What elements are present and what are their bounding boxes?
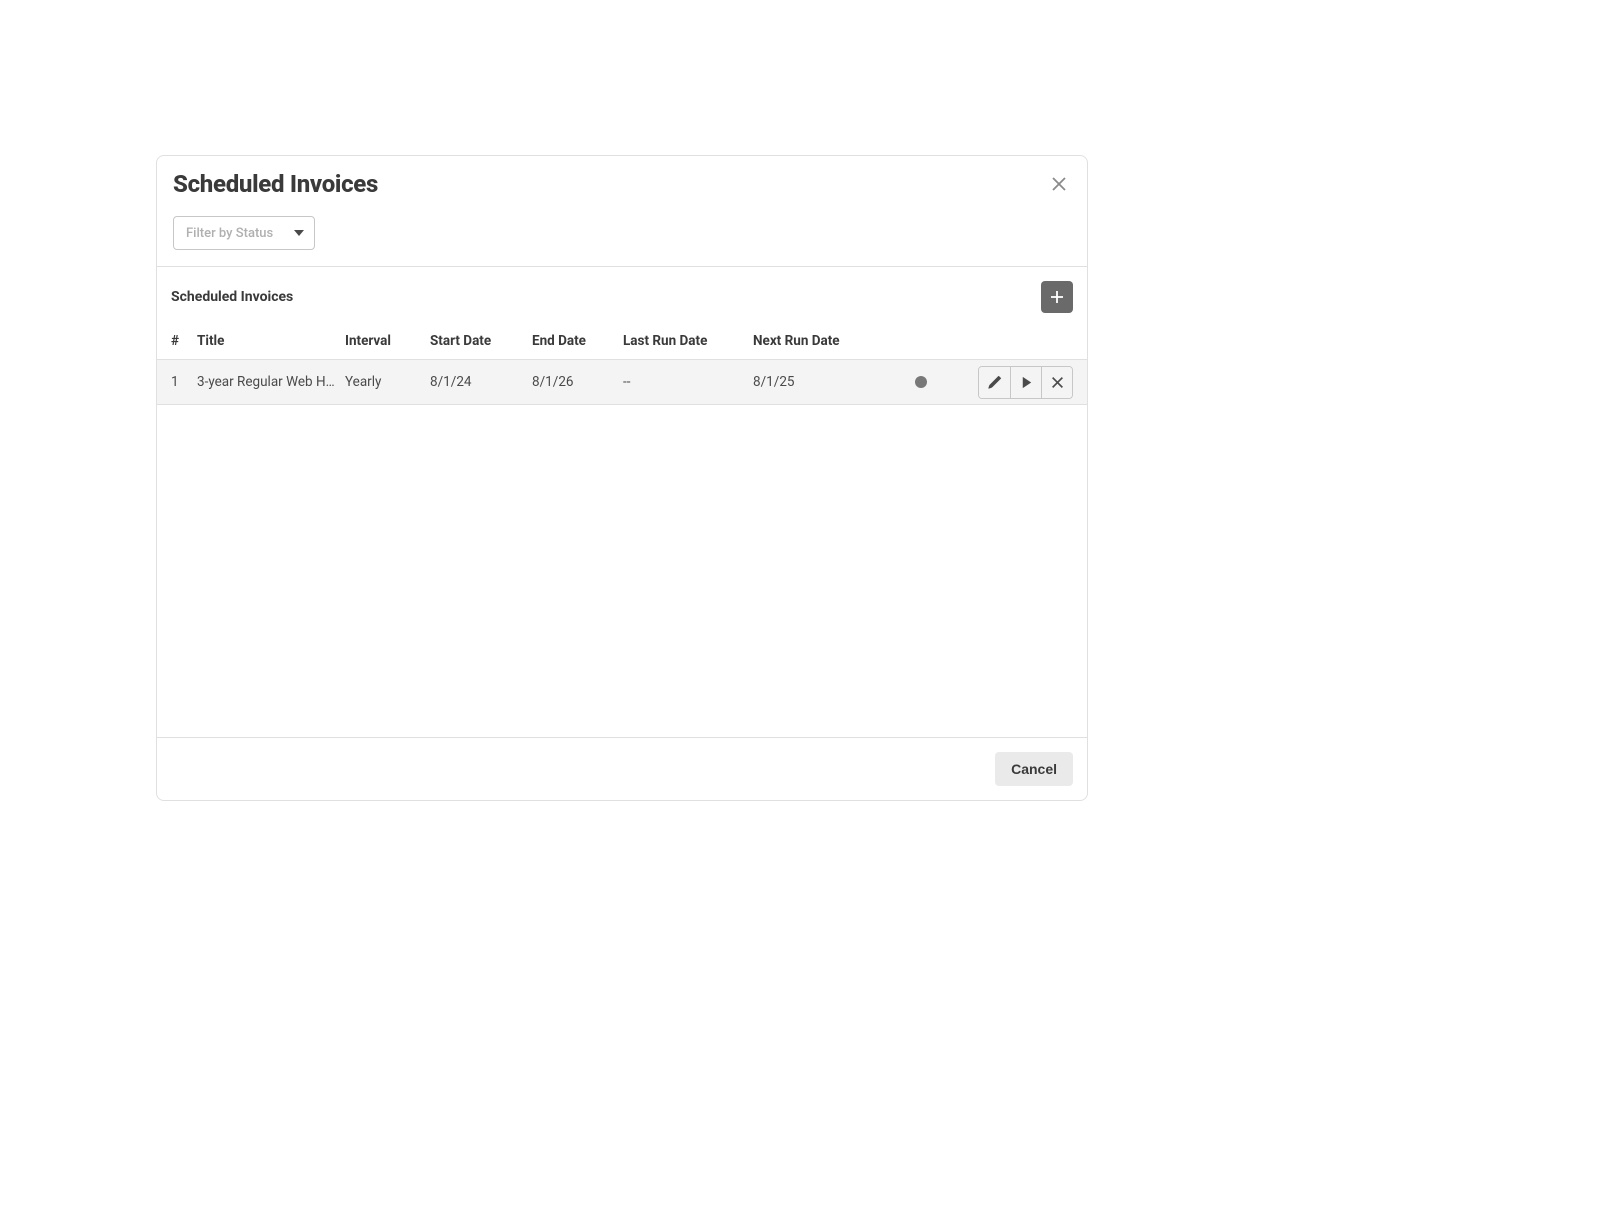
cell-last-run: -- [623, 374, 753, 390]
close-button[interactable] [1047, 172, 1071, 196]
modal-header: Scheduled Invoices Filter by Status [157, 156, 1087, 267]
col-header-last-run: Last Run Date [623, 333, 753, 349]
cell-num: 1 [171, 374, 197, 390]
cell-actions [949, 366, 1073, 399]
cell-status [893, 376, 949, 388]
invoices-table: # Title Interval Start Date End Date Las… [157, 323, 1087, 405]
col-header-actions [949, 333, 1073, 349]
cell-end-date: 8/1/26 [532, 374, 623, 390]
table-header-row: # Title Interval Start Date End Date Las… [157, 323, 1087, 360]
cell-interval: Yearly [345, 374, 430, 390]
plus-icon [1049, 289, 1065, 305]
col-header-start-date: Start Date [430, 333, 532, 349]
col-header-end-date: End Date [532, 333, 623, 349]
close-icon [1051, 376, 1064, 389]
cell-title: 3-year Regular Web H… [197, 374, 345, 390]
filter-placeholder-text: Filter by Status [186, 226, 273, 241]
caret-down-icon [294, 230, 304, 236]
modal-footer: Cancel [157, 737, 1087, 800]
table-row: 1 3-year Regular Web H… Yearly 8/1/24 8/… [157, 360, 1087, 405]
cancel-button[interactable]: Cancel [995, 752, 1073, 786]
cell-next-run: 8/1/25 [753, 374, 893, 390]
row-action-group [978, 366, 1073, 399]
modal-title: Scheduled Invoices [173, 170, 1071, 198]
filter-row: Filter by Status [173, 216, 1071, 250]
col-header-next-run: Next Run Date [753, 333, 893, 349]
pencil-icon [987, 375, 1002, 390]
section-title: Scheduled Invoices [171, 289, 293, 305]
close-icon [1051, 176, 1067, 192]
status-dot-icon [915, 376, 927, 388]
scheduled-invoices-modal: Scheduled Invoices Filter by Status Sche… [156, 155, 1088, 801]
col-header-interval: Interval [345, 333, 430, 349]
col-header-title: Title [197, 333, 345, 349]
content-area: Scheduled Invoices # Title Interval Star… [157, 267, 1087, 737]
edit-button[interactable] [979, 367, 1010, 398]
col-header-num: # [171, 333, 197, 349]
col-header-status [893, 333, 949, 349]
add-invoice-button[interactable] [1041, 281, 1073, 313]
cell-start-date: 8/1/24 [430, 374, 532, 390]
filter-by-status-select[interactable]: Filter by Status [173, 216, 315, 250]
run-button[interactable] [1010, 367, 1041, 398]
section-header: Scheduled Invoices [157, 267, 1087, 323]
play-icon [1019, 375, 1034, 390]
delete-button[interactable] [1041, 367, 1072, 398]
